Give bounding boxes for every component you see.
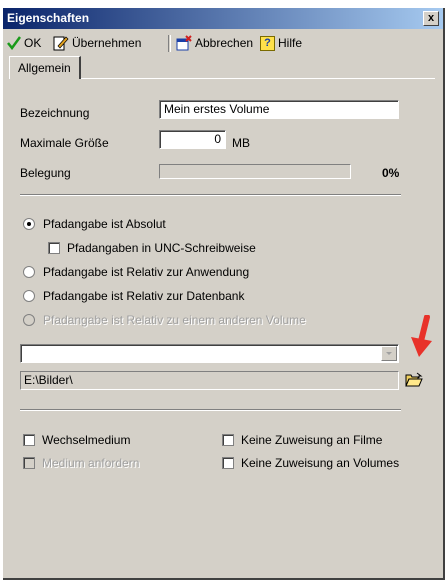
usage-progress-bar — [159, 164, 351, 179]
radio-relative-volume — [23, 314, 35, 326]
window-title: Eigenschaften — [7, 11, 90, 25]
toolbar: OK Übernehmen Abbrechen ? Hilfe — [3, 31, 443, 55]
no-assign-films-checkbox[interactable] — [222, 434, 234, 446]
annotation-arrow-icon — [411, 315, 432, 357]
request-medium-label: Medium anfordern — [42, 456, 140, 470]
cancel-window-icon — [176, 35, 192, 51]
radio-relative-volume-label: Pfadangabe ist Relativ zu einem anderen … — [43, 313, 306, 327]
title-bar: Eigenschaften x — [3, 8, 443, 29]
maxsize-input[interactable]: 0 — [159, 130, 226, 149]
edit-document-icon — [53, 36, 69, 51]
no-assign-films-label: Keine Zuweisung an Filme — [241, 433, 383, 447]
removable-checkbox[interactable] — [23, 434, 35, 446]
chevron-down-icon — [386, 352, 392, 355]
usage-label: Belegung — [20, 166, 71, 180]
radio-absolute-label: Pfadangabe ist Absolut — [43, 217, 166, 231]
help-button[interactable]: ? Hilfe — [260, 34, 302, 52]
name-label: Bezeichnung — [20, 106, 90, 120]
request-medium-checkbox — [23, 457, 35, 469]
volume-select[interactable] — [20, 344, 399, 363]
radio-relative-app-label: Pfadangabe ist Relativ zur Anwendung — [43, 265, 250, 279]
dropdown-button[interactable] — [381, 346, 397, 361]
properties-dialog: Eigenschaften x OK Übernehmen Abbrechen — [3, 8, 445, 580]
help-label: Hilfe — [278, 36, 303, 50]
no-assign-volumes-checkbox[interactable] — [222, 457, 234, 469]
unc-checkbox[interactable] — [48, 242, 60, 254]
apply-button[interactable]: Übernehmen — [53, 34, 141, 52]
checkmark-icon — [7, 36, 21, 50]
no-assign-volumes-label: Keine Zuweisung an Volumes — [241, 456, 400, 470]
removable-label: Wechselmedium — [42, 433, 131, 447]
separator-2 — [20, 409, 401, 411]
tab-allgemein[interactable]: Allgemein — [9, 56, 81, 79]
name-input[interactable]: Mein erstes Volume — [159, 100, 399, 119]
close-button[interactable]: x — [423, 11, 439, 26]
separator-1 — [20, 194, 401, 196]
unc-checkbox-label: Pfadangaben in UNC-Schreibweise — [67, 241, 256, 255]
radio-relative-db[interactable] — [23, 290, 35, 302]
cancel-label: Abbrechen — [195, 36, 254, 50]
ok-label: OK — [24, 36, 42, 50]
maxsize-label: Maximale Größe — [20, 136, 109, 150]
maxsize-unit: MB — [232, 136, 250, 150]
radio-absolute[interactable] — [23, 218, 35, 230]
path-field: E:\Bilder\ — [20, 371, 399, 390]
general-panel: Bezeichnung Mein erstes Volume Maximale … — [9, 78, 435, 577]
toolbar-separator — [168, 35, 171, 52]
radio-relative-db-label: Pfadangabe ist Relativ zur Datenbank — [43, 289, 245, 303]
apply-label: Übernehmen — [72, 36, 142, 50]
cancel-button[interactable]: Abbrechen — [176, 34, 253, 52]
usage-percent: 0% — [382, 166, 400, 180]
radio-relative-app[interactable] — [23, 266, 35, 278]
ok-button[interactable]: OK — [7, 34, 41, 52]
help-icon: ? — [260, 35, 275, 51]
folder-open-icon[interactable] — [405, 372, 423, 388]
